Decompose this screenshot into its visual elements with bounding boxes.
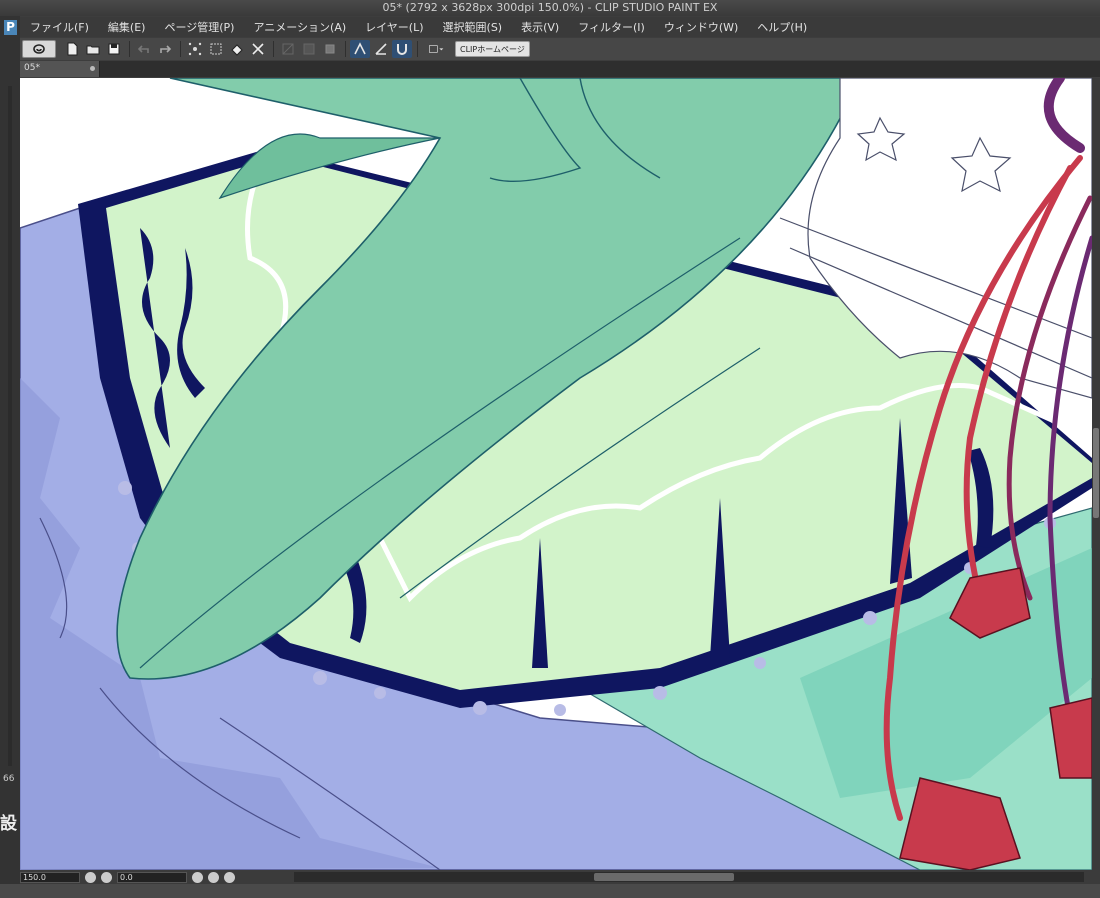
bottom-panel-strip [0, 884, 1100, 898]
crop-icon [252, 43, 264, 55]
snap-ruler-icon [354, 42, 366, 55]
undo-icon [137, 45, 149, 53]
layout-dropdown[interactable] [422, 40, 450, 58]
toolbar-separator [129, 41, 130, 57]
menu-layer[interactable]: レイヤー(L) [355, 19, 432, 35]
sparkle-icon [188, 42, 202, 56]
close-tab-icon[interactable] [90, 66, 95, 71]
drawing-canvas[interactable] [20, 78, 1092, 870]
menu-view[interactable]: 表示(V) [511, 19, 568, 35]
menu-edit[interactable]: 編集(E) [98, 19, 155, 35]
snap-special-ruler-icon [375, 43, 387, 55]
document-tab-label: 05* [24, 63, 40, 73]
save-button[interactable] [104, 40, 124, 58]
vertical-scroll-thumb[interactable] [1093, 428, 1099, 518]
zoom-out-icon[interactable] [85, 871, 96, 883]
fill-selection-button[interactable] [320, 40, 340, 58]
toolbar-separator [345, 41, 346, 57]
paint-bucket-icon [231, 44, 243, 56]
clip-studio-button[interactable] [22, 40, 56, 58]
clear-button[interactable] [278, 40, 298, 58]
rotate-left-icon[interactable] [192, 871, 203, 883]
window-layout-icon [429, 45, 444, 53]
menu-file[interactable]: ファイル(F) [20, 19, 98, 35]
rotation-field[interactable]: 0.0 [117, 871, 187, 883]
fill-selection-icon [325, 44, 335, 54]
title-bar: 05* (2792 x 3628px 300dpi 150.0%) - CLIP… [0, 0, 1100, 16]
status-bar: 150.0 0.0 [20, 870, 1100, 884]
clear-outside-button[interactable] [299, 40, 319, 58]
toolbar-separator [180, 41, 181, 57]
vertical-scrollbar[interactable] [1092, 78, 1100, 870]
clear-outside-icon [303, 43, 315, 55]
deselect-button[interactable] [185, 40, 205, 58]
zoom-field[interactable]: 150.0 [20, 871, 80, 883]
menu-selection[interactable]: 選択範囲(S) [433, 19, 512, 35]
toolbar-separator [273, 41, 274, 57]
reset-rotation-icon[interactable] [224, 871, 235, 883]
crop-button[interactable] [248, 40, 268, 58]
snap-grid-button[interactable] [392, 40, 412, 58]
clip-studio-icon [33, 44, 45, 54]
rotate-right-icon[interactable] [208, 871, 219, 883]
menu-bar: ファイル(F) 編集(E) ページ管理(P) アニメーション(A) レイヤー(L… [20, 17, 1100, 37]
undo-button[interactable] [134, 40, 154, 58]
new-file-button[interactable] [62, 40, 82, 58]
document-tab-bar: 05* [20, 61, 1100, 77]
transform-button[interactable] [206, 40, 226, 58]
toolbar-separator [417, 41, 418, 57]
app-logo-icon: P [4, 20, 17, 35]
command-bar: CLIPホームページ [20, 38, 1100, 60]
new-file-icon [67, 42, 78, 56]
menu-help[interactable]: ヘルプ(H) [747, 19, 816, 35]
window-title: 05* (2792 x 3628px 300dpi 150.0%) - CLIP… [382, 1, 718, 14]
snap-ruler-button[interactable] [350, 40, 370, 58]
transform-icon [210, 43, 222, 55]
snap-special-ruler-button[interactable] [371, 40, 391, 58]
magnet-icon [397, 44, 407, 55]
zoom-in-icon[interactable] [101, 871, 112, 883]
open-file-button[interactable] [83, 40, 103, 58]
save-icon [108, 43, 120, 55]
fill-button[interactable] [227, 40, 247, 58]
open-folder-icon [86, 45, 100, 55]
horizontal-scrollbar[interactable] [294, 872, 1084, 882]
menu-filter[interactable]: フィルター(I) [568, 19, 654, 35]
clip-homepage-button[interactable]: CLIPホームページ [455, 41, 530, 57]
left-panel-strip: P 66 設 [0, 16, 20, 898]
horizontal-scroll-thumb[interactable] [594, 873, 734, 881]
redo-icon [160, 45, 172, 53]
panel-value: 66 [3, 774, 15, 784]
redo-button[interactable] [155, 40, 175, 58]
clear-icon [282, 43, 294, 55]
panel-divider[interactable] [8, 86, 12, 766]
panel-label: 設 [0, 814, 17, 834]
menu-page[interactable]: ページ管理(P) [154, 19, 243, 35]
menu-window[interactable]: ウィンドウ(W) [654, 19, 747, 35]
artwork [20, 78, 1092, 870]
menu-animation[interactable]: アニメーション(A) [243, 19, 355, 35]
document-tab[interactable]: 05* [20, 61, 100, 77]
